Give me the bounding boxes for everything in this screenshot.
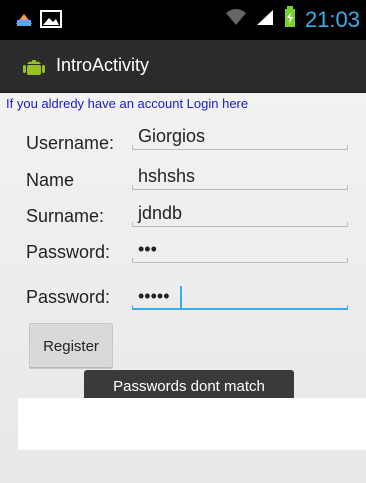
register-button[interactable]: Register xyxy=(29,323,113,369)
image-icon xyxy=(40,10,62,33)
username-underline xyxy=(132,145,348,150)
password-field[interactable]: ••• xyxy=(132,233,348,267)
action-bar: IntroActivity xyxy=(0,40,366,93)
page-title: IntroActivity xyxy=(56,55,150,75)
overlay-panel xyxy=(18,398,366,450)
surname-underline xyxy=(132,222,348,227)
password-confirm-field[interactable]: ••••• xyxy=(132,280,348,314)
text-caret xyxy=(180,286,182,310)
name-field[interactable]: hshshs xyxy=(132,160,348,194)
name-value: hshshs xyxy=(138,166,196,186)
login-link[interactable]: If you aldredy have an account Login her… xyxy=(6,96,248,111)
password-underline xyxy=(132,258,348,263)
username-label: Username: xyxy=(26,133,115,153)
name-label: Name xyxy=(26,170,75,190)
name-underline xyxy=(132,185,348,190)
password-label: Password: xyxy=(26,242,111,262)
password-confirm-underline xyxy=(132,305,348,310)
notification-icon xyxy=(14,10,34,33)
password-confirm-value: ••••• xyxy=(138,286,170,306)
password-confirm-label: Password: xyxy=(26,287,111,307)
status-right: 21:03 xyxy=(225,6,360,33)
android-icon xyxy=(22,54,46,83)
surname-field[interactable]: jdndb xyxy=(132,197,348,231)
surname-label: Surname: xyxy=(26,206,105,226)
password-value: ••• xyxy=(138,239,157,259)
status-left xyxy=(14,10,62,33)
username-field[interactable]: Giorgios xyxy=(132,120,348,154)
signal-icon xyxy=(255,8,275,31)
battery-icon xyxy=(283,6,297,33)
clock: 21:03 xyxy=(304,6,360,32)
wifi-icon xyxy=(225,8,247,31)
username-value: Giorgios xyxy=(138,126,206,146)
surname-value: jdndb xyxy=(138,203,183,223)
status-bar: 21:03 xyxy=(0,0,366,40)
